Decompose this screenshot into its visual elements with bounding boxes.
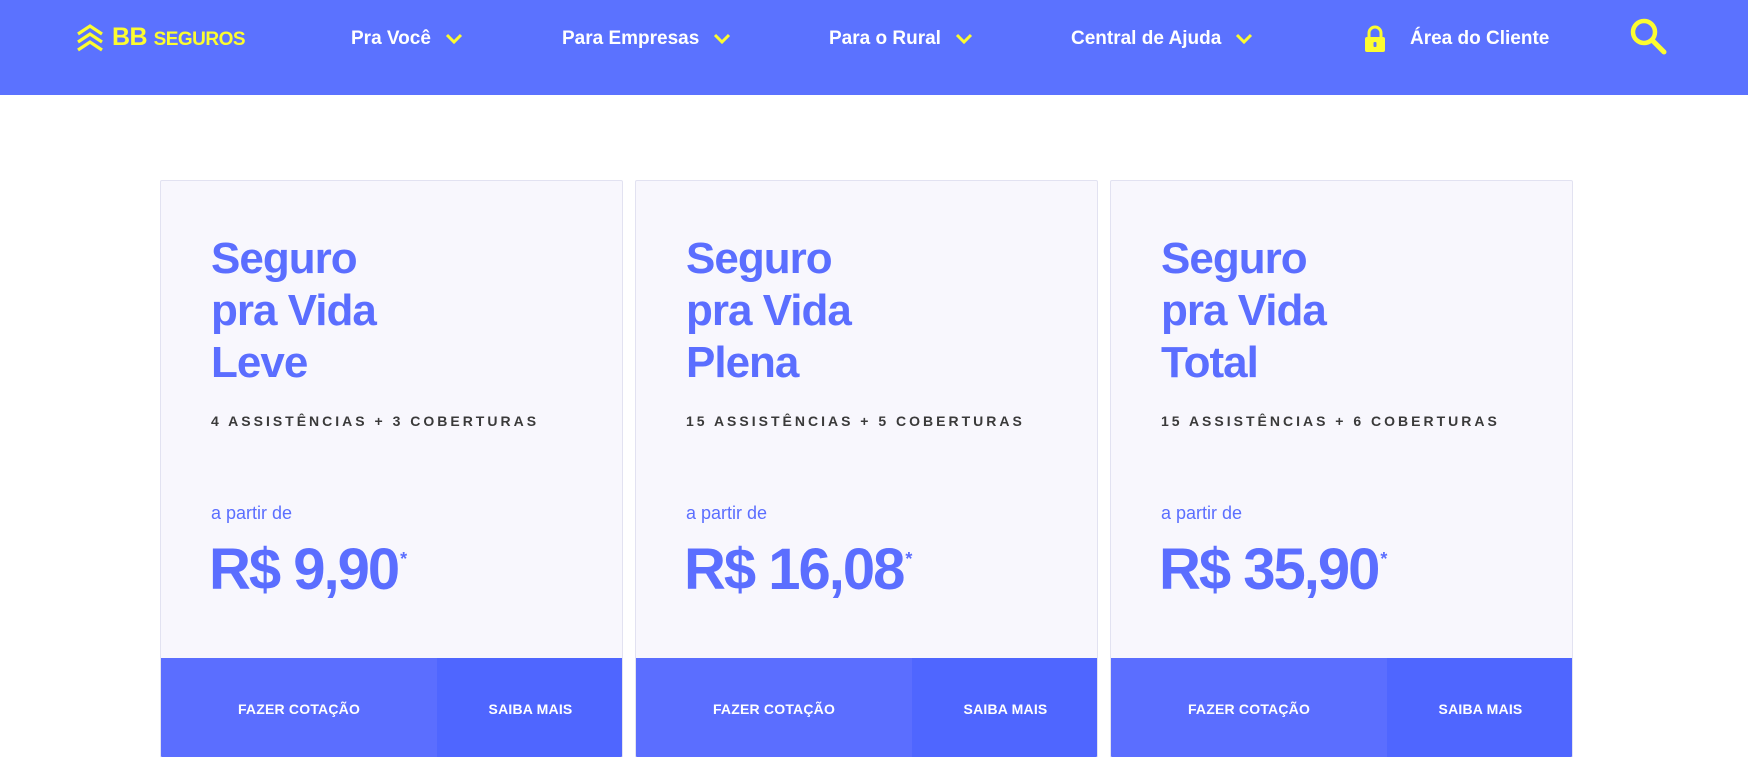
nav-para-o-rural[interactable]: Para o Rural (829, 24, 973, 54)
price-from-label: a partir de (211, 503, 293, 523)
bb-seguros-logo[interactable]: BB SEGUROS (74, 22, 246, 54)
get-quote-button[interactable]: FAZER COTAÇÃO (636, 658, 912, 757)
learn-more-button[interactable]: SAIBA MAIS (437, 658, 622, 757)
nav-pra-voce[interactable]: Pra Você (351, 24, 463, 54)
price-value: R$ 16,08 * (684, 537, 913, 602)
client-area-link[interactable]: Área do Cliente (1364, 22, 1549, 56)
nav-label: Central de Ajuda (1071, 28, 1222, 49)
chevron-down-icon (1236, 33, 1253, 45)
nav-label: Para o Rural (829, 28, 941, 49)
chevron-down-icon (714, 33, 731, 45)
card-title: Seguro pra Vida Total (1161, 234, 1327, 387)
search-icon[interactable] (1628, 16, 1668, 56)
price-asterisk: * (1380, 548, 1388, 569)
client-area-label: Área do Cliente (1410, 28, 1550, 49)
card-title: Seguro pra Vida Plena (686, 234, 852, 387)
learn-more-button[interactable]: SAIBA MAIS (1387, 658, 1572, 757)
price-asterisk: * (905, 548, 913, 569)
get-quote-button[interactable]: FAZER COTAÇÃO (161, 658, 437, 757)
price-value: R$ 9,90 * (209, 537, 408, 602)
price-asterisk: * (400, 548, 408, 569)
card-coverage-summary: 4 ASSISTÊNCIAS + 3 COBERTURAS (211, 413, 540, 429)
price-from-label: a partir de (1161, 503, 1243, 523)
chevron-down-icon (445, 33, 462, 45)
card-coverage-summary: 15 ASSISTÊNCIAS + 6 COBERTURAS (1161, 413, 1500, 429)
nav-para-empresas[interactable]: Para Empresas (562, 24, 731, 54)
product-card-vida-plena: Seguro pra Vida Plena 15 ASSISTÊNCIAS + … (635, 180, 1098, 757)
logo-text: BB SEGUROS (112, 22, 246, 51)
nav-central-de-ajuda[interactable]: Central de Ajuda (1071, 24, 1253, 54)
price-from-label: a partir de (686, 503, 768, 523)
top-navbar: BB SEGUROS Pra Você Para Empresas Para o… (0, 0, 1748, 95)
chevron-down-icon (955, 33, 972, 45)
learn-more-button[interactable]: SAIBA MAIS (912, 658, 1097, 757)
nav-label: Pra Você (351, 28, 431, 49)
nav-label: Para Empresas (562, 28, 700, 49)
lock-icon (1365, 25, 1385, 52)
bb-logo-icon (77, 24, 103, 52)
get-quote-button[interactable]: FAZER COTAÇÃO (1111, 658, 1387, 757)
price-value: R$ 35,90 * (1159, 537, 1388, 602)
card-title: Seguro pra Vida Leve (211, 234, 377, 387)
card-coverage-summary: 15 ASSISTÊNCIAS + 5 COBERTURAS (686, 413, 1025, 429)
product-card-vida-leve: Seguro pra Vida Leve 4 ASSISTÊNCIAS + 3 … (160, 180, 623, 757)
product-card-vida-total: Seguro pra Vida Total 15 ASSISTÊNCIAS + … (1110, 180, 1573, 757)
